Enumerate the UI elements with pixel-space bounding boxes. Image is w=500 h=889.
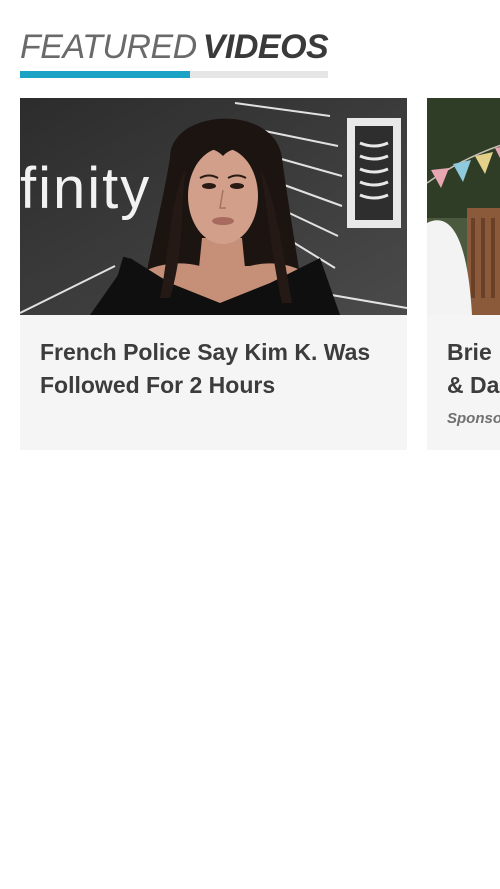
featured-videos-header: FEATURED VIDEOS [20,28,329,78]
video-thumbnail[interactable] [427,98,500,315]
section-underline-accent [20,71,190,78]
video-card[interactable]: finity French Police Say Kim K. Was Foll… [20,98,407,450]
video-thumbnail-image [427,98,500,315]
section-title: FEATURED VIDEOS [20,28,329,66]
video-title[interactable]: French Police Say Kim K. Was Followed Fo… [40,336,390,402]
video-card[interactable]: Brie & Da Sponsor [427,98,500,450]
sponsor-label: Sponsor [447,410,500,427]
video-thumbnail-image: finity [20,98,407,315]
section-title-light: FEATURED [20,28,197,66]
video-thumbnail[interactable]: finity [20,98,407,315]
section-underline [20,71,328,78]
backdrop-text: finity [20,156,151,221]
section-title-bold: VIDEOS [202,28,329,66]
video-title[interactable]: Brie & Da [447,336,500,402]
video-carousel[interactable]: finity French Police Say Kim K. Was Foll… [0,98,500,450]
